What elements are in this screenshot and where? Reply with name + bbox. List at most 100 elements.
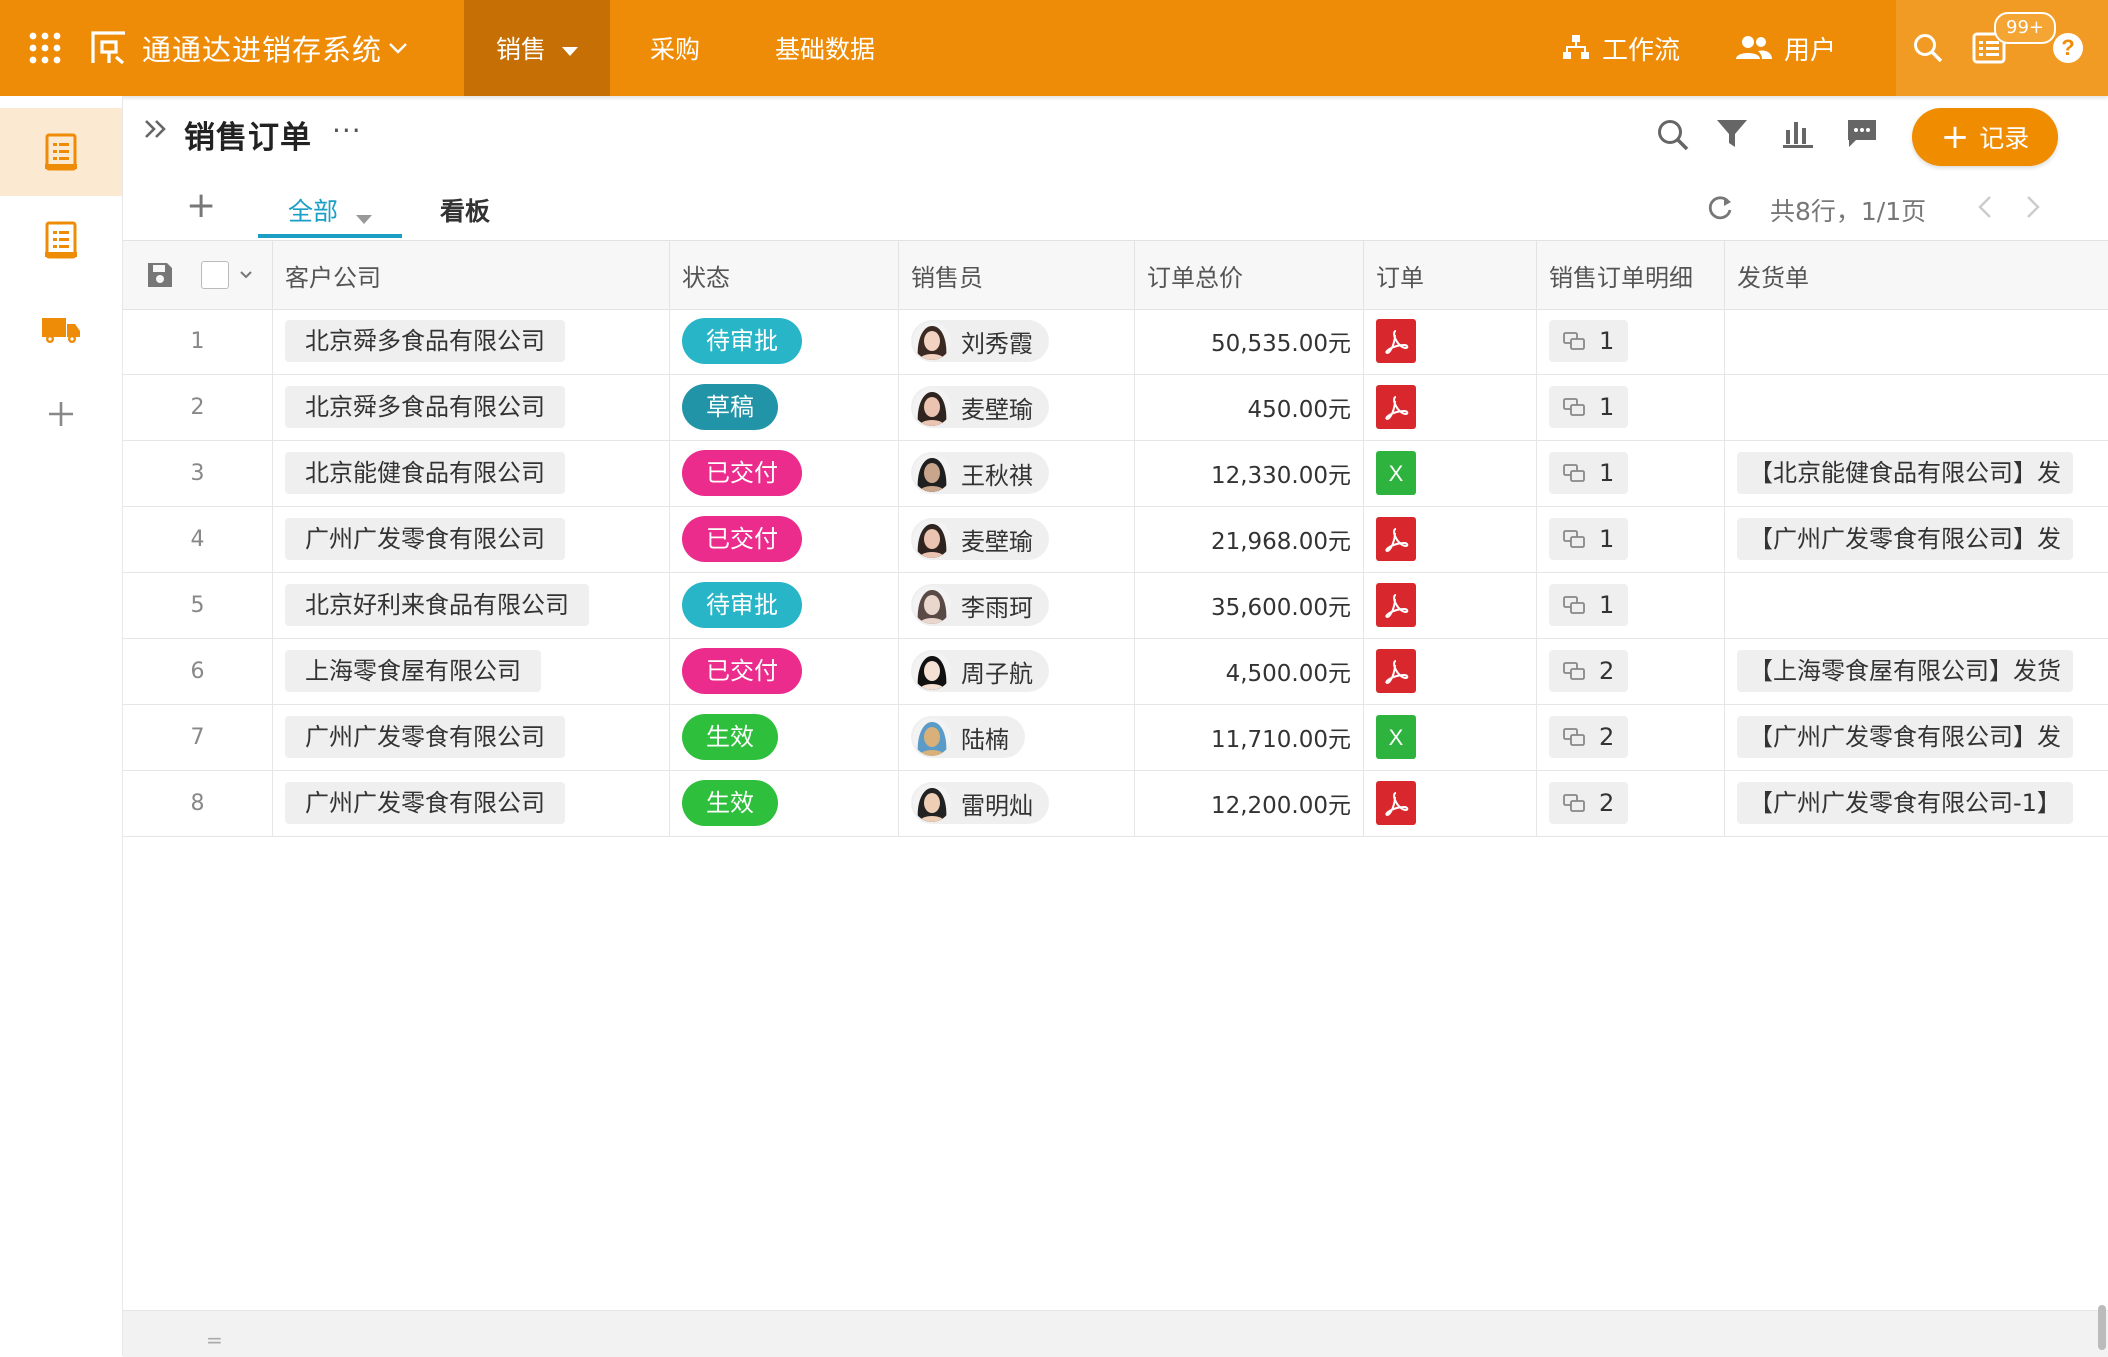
salesperson-cell[interactable]: 麦壁瑜 [899, 506, 1135, 572]
column-header-shipping[interactable]: 发货单 [1725, 241, 2108, 309]
customer-cell[interactable]: 北京舜多食品有限公司 [273, 308, 670, 374]
pdf-file-icon[interactable] [1376, 583, 1416, 627]
status-badge[interactable]: 待审批 [682, 582, 802, 628]
column-header-customer[interactable]: 客户公司 [273, 241, 670, 309]
comment-icon[interactable] [1846, 118, 1878, 154]
search-icon[interactable] [1656, 118, 1690, 156]
customer-chip[interactable]: 北京好利来食品有限公司 [285, 584, 589, 626]
expand-sidebar-icon[interactable] [144, 118, 168, 144]
order-file-cell[interactable] [1364, 770, 1537, 836]
chevron-down-icon[interactable] [388, 0, 408, 96]
linked-records-chip[interactable]: 2 [1549, 782, 1629, 824]
customer-cell[interactable]: 广州广发零食有限公司 [273, 506, 670, 572]
order-detail-cell[interactable]: 1 [1537, 308, 1725, 374]
select-all-checkbox[interactable] [201, 261, 229, 289]
status-badge[interactable]: 已交付 [682, 516, 802, 562]
customer-cell[interactable]: 广州广发零食有限公司 [273, 770, 670, 836]
linked-records-chip[interactable]: 1 [1549, 386, 1629, 428]
status-cell[interactable]: 待审批 [670, 572, 899, 638]
nav-basic-data[interactable]: 基础数据 [760, 0, 890, 96]
user-chip[interactable]: 陆楠 [911, 716, 1025, 758]
app-title[interactable]: 通通达进销存系统 [142, 0, 382, 96]
linked-records-chip[interactable]: 1 [1549, 518, 1629, 560]
excel-file-icon[interactable]: X [1376, 715, 1416, 759]
customer-chip[interactable]: 北京舜多食品有限公司 [285, 386, 565, 428]
table-row[interactable]: 5 北京好利来食品有限公司 待审批 李雨珂 35,600.00元 1 [123, 572, 2108, 639]
customer-chip[interactable]: 广州广发零食有限公司 [285, 716, 565, 758]
customer-chip[interactable]: 上海零食屋有限公司 [285, 650, 541, 692]
salesperson-cell[interactable]: 王秋祺 [899, 440, 1135, 506]
linked-records-chip[interactable]: 1 [1549, 320, 1629, 362]
column-header-order[interactable]: 订单 [1364, 241, 1537, 309]
help-icon[interactable]: ? [2052, 0, 2084, 96]
table-row[interactable]: 1 北京舜多食品有限公司 待审批 刘秀霞 50,535.00元 1 [123, 308, 2108, 375]
table-row[interactable]: 3 北京能健食品有限公司 已交付 王秋祺 12,330.00元 X 1 【北京能… [123, 440, 2108, 507]
status-cell[interactable]: 生效 [670, 770, 899, 836]
shipping-chip[interactable]: 【上海零食屋有限公司】发货 [1737, 650, 2073, 692]
status-cell[interactable]: 生效 [670, 704, 899, 770]
shipping-cell[interactable] [1725, 374, 2108, 440]
user-chip[interactable]: 周子航 [911, 650, 1049, 692]
linked-records-chip[interactable]: 1 [1549, 452, 1629, 494]
status-badge[interactable]: 已交付 [682, 648, 802, 694]
shipping-cell[interactable] [1725, 572, 2108, 638]
user-chip[interactable]: 雷明灿 [911, 782, 1049, 824]
salesperson-cell[interactable]: 周子航 [899, 638, 1135, 704]
vertical-scrollbar[interactable] [2098, 1305, 2106, 1350]
shipping-chip[interactable]: 【北京能健食品有限公司】发 [1737, 452, 2073, 494]
shipping-cell[interactable]: 【北京能健食品有限公司】发 [1725, 440, 2108, 506]
resize-handle[interactable]: = [206, 1328, 223, 1352]
pdf-file-icon[interactable] [1376, 517, 1416, 561]
user-chip[interactable]: 麦壁瑜 [911, 518, 1049, 560]
order-file-cell[interactable] [1364, 374, 1537, 440]
table-row[interactable]: 6 上海零食屋有限公司 已交付 周子航 4,500.00元 2 【上海零食屋有限… [123, 638, 2108, 705]
add-record-button[interactable]: + 记录 [1912, 108, 2058, 166]
order-detail-cell[interactable]: 1 [1537, 506, 1725, 572]
user-chip[interactable]: 李雨珂 [911, 584, 1049, 626]
customer-chip[interactable]: 北京能健食品有限公司 [285, 452, 565, 494]
pdf-file-icon[interactable] [1376, 385, 1416, 429]
nav-sales[interactable]: 销售 [464, 0, 610, 96]
excel-file-icon[interactable]: X [1376, 451, 1416, 495]
refresh-icon[interactable] [1706, 194, 1734, 226]
order-detail-cell[interactable]: 2 [1537, 770, 1725, 836]
salesperson-cell[interactable]: 麦壁瑜 [899, 374, 1135, 440]
order-detail-cell[interactable]: 2 [1537, 638, 1725, 704]
shipping-chip[interactable]: 【广州广发零食有限公司-1】 [1737, 782, 2073, 824]
shipping-chip[interactable]: 【广州广发零食有限公司】发 [1737, 518, 2073, 560]
order-file-cell[interactable] [1364, 506, 1537, 572]
order-file-cell[interactable]: X [1364, 704, 1537, 770]
table-row[interactable]: 7 广州广发零食有限公司 生效 陆楠 11,710.00元 X 2 【广州广发零… [123, 704, 2108, 771]
more-options-icon[interactable]: ··· [332, 114, 362, 147]
chart-icon[interactable] [1782, 118, 1814, 154]
status-badge[interactable]: 草稿 [682, 384, 778, 430]
column-header-order-detail[interactable]: 销售订单明细 [1537, 241, 1725, 309]
status-cell[interactable]: 待审批 [670, 308, 899, 374]
user-chip[interactable]: 刘秀霞 [911, 320, 1049, 362]
user-chip[interactable]: 王秋祺 [911, 452, 1049, 494]
customer-cell[interactable]: 北京舜多食品有限公司 [273, 374, 670, 440]
order-file-cell[interactable]: X [1364, 440, 1537, 506]
linked-records-chip[interactable]: 2 [1549, 716, 1629, 758]
customer-cell[interactable]: 北京好利来食品有限公司 [273, 572, 670, 638]
user-chip[interactable]: 麦壁瑜 [911, 386, 1049, 428]
nav-purchase[interactable]: 采购 [630, 0, 720, 96]
salesperson-cell[interactable]: 刘秀霞 [899, 308, 1135, 374]
shipping-cell[interactable]: 【广州广发零食有限公司】发 [1725, 704, 2108, 770]
pdf-file-icon[interactable] [1376, 649, 1416, 693]
status-badge[interactable]: 已交付 [682, 450, 802, 496]
salesperson-cell[interactable]: 雷明灿 [899, 770, 1135, 836]
shipping-chip[interactable]: 【广州广发零食有限公司】发 [1737, 716, 2073, 758]
pdf-file-icon[interactable] [1376, 319, 1416, 363]
customer-chip[interactable]: 北京舜多食品有限公司 [285, 320, 565, 362]
users-button[interactable]: 用户 [1736, 0, 1836, 96]
status-badge[interactable]: 待审批 [682, 318, 802, 364]
status-cell[interactable]: 草稿 [670, 374, 899, 440]
sidebar-item-sales-order[interactable] [0, 108, 122, 196]
sidebar-item-shipping[interactable] [0, 286, 122, 374]
customer-cell[interactable]: 上海零食屋有限公司 [273, 638, 670, 704]
status-cell[interactable]: 已交付 [670, 440, 899, 506]
table-row[interactable]: 4 广州广发零食有限公司 已交付 麦壁瑜 21,968.00元 1 【广州广发零… [123, 506, 2108, 573]
status-badge[interactable]: 生效 [682, 780, 778, 826]
chevron-right-icon[interactable] [2024, 194, 2042, 224]
